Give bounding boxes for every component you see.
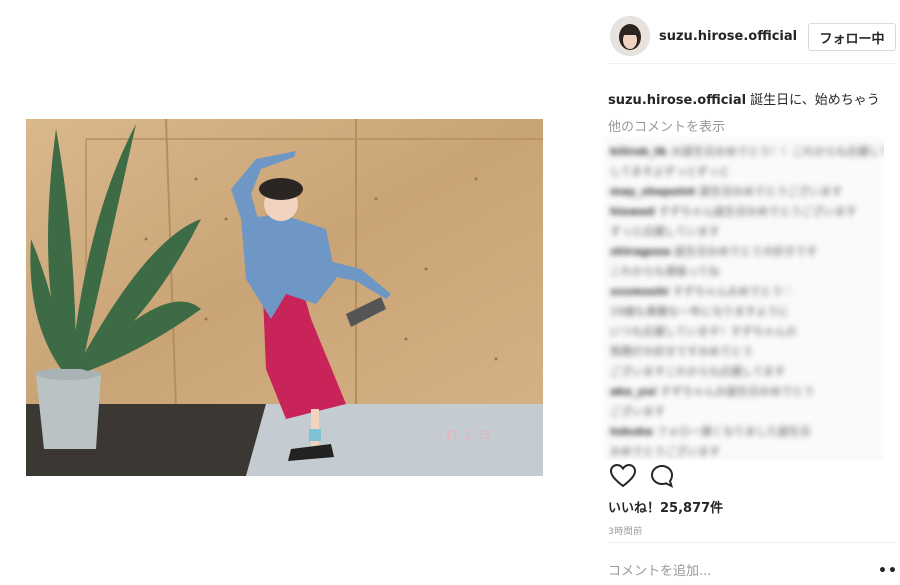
comment-item: 19歳も素敵な一年になりますように [610,302,876,322]
comment-text: ございます [610,405,665,418]
comment-icon[interactable] [650,464,674,492]
comment-text: してますよずっとずっと [610,165,730,178]
comment-username[interactable]: xxxmoshi [610,285,668,298]
comment-text: フォロー遅くなりました誕生日 [656,425,811,438]
caption-username[interactable]: suzu.hirose.official [608,93,746,108]
divider [608,542,896,543]
comments-list: kiiirok_tk お誕生日おめでとう！！これからも応援していますしてますよずっ… [602,136,884,460]
heart-icon[interactable] [609,463,637,492]
post-side-panel: suzu.hirose.official フォロー中 suzu.hirose.o… [602,0,900,585]
comment-item: shiragoza 誕生日おめでとう大好きです [610,242,876,262]
view-more-comments-link[interactable]: 他のコメントを表示 [608,116,725,135]
comment-text: すずちゃんお誕生日おめでとう [660,385,815,398]
comment-item: ako_yui すずちゃんお誕生日おめでとう [610,382,876,402]
header-username[interactable]: suzu.hirose.official [659,29,797,44]
comment-username[interactable]: hiowed [610,205,655,218]
post-header: suzu.hirose.official フォロー中 [608,13,896,64]
comment-item: ずっと応援しています [610,222,876,242]
comment-item: may_shepoint 誕生日おめでとうございます [610,182,876,202]
comment-text: 誕生日おめでとうございます [699,185,843,198]
comment-text: 誕生日おめでとう大好きです [674,245,818,258]
comment-item: ございますこれからも応援してます [610,362,876,382]
comment-text: すずちゃんおめでとう♡ [672,285,793,298]
post-photo-image: '17 2 15 [26,119,543,476]
avatar-image [611,17,649,55]
add-comment-input[interactable] [608,560,858,582]
comment-item: hiowed すずちゃん誕生日おめでとうございます [610,202,876,222]
post-timestamp: 3時間前 [608,527,643,537]
comment-text: お誕生日おめでとう！！これからも応援しています [671,145,884,158]
comment-username[interactable]: tokuka [610,425,653,438]
comment-username[interactable]: ako_yui [610,385,656,398]
comment-username[interactable]: shiragoza [610,245,670,258]
comment-item: これからも頑張ってね [610,262,876,282]
comment-item: kiiirok_tk お誕生日おめでとう！！これからも応援しています [610,142,884,162]
comment-username[interactable]: kiiirok_tk [610,145,667,158]
caption-text: 誕生日に、始めちゃう [750,93,880,108]
comment-text: いつも応援しています！すずちゃんの [610,325,797,338]
comment-item: おめでとうございます [610,442,876,460]
comment-item: してますよずっとずっと [610,162,876,182]
comment-text: 笑顔が大好きですおめでとう [610,345,753,358]
comment-text: ございますこれからも応援してます [610,365,786,378]
comment-text: これからも頑張ってね [610,265,720,278]
post-caption: suzu.hirose.official 誕生日に、始めちゃう [608,89,880,108]
more-options-icon[interactable]: ••• [878,563,900,579]
post-actions [608,463,688,492]
comment-text: おめでとうございます [610,445,720,458]
comment-text: ずっと応援しています [610,225,720,238]
date-stamp: '17 2 15 [438,429,491,442]
comment-item: tokuka フォロー遅くなりました誕生日 [610,422,876,442]
post-photo[interactable]: '17 2 15 [26,119,543,476]
comment-item: ございます [610,402,876,422]
comment-text: 19歳も素敵な一年になりますように [610,305,789,318]
comment-text: すずちゃん誕生日おめでとうございます [658,205,857,218]
comment-item: xxxmoshi すずちゃんおめでとう♡ [610,282,876,302]
comment-item: いつも応援しています！すずちゃんの [610,322,876,342]
likes-count[interactable]: いいね！25,877件 [608,497,723,516]
comment-username[interactable]: may_shepoint [610,185,695,198]
comment-item: 笑顔が大好きですおめでとう [610,342,876,362]
following-button[interactable]: フォロー中 [808,23,896,51]
avatar[interactable] [610,16,650,56]
